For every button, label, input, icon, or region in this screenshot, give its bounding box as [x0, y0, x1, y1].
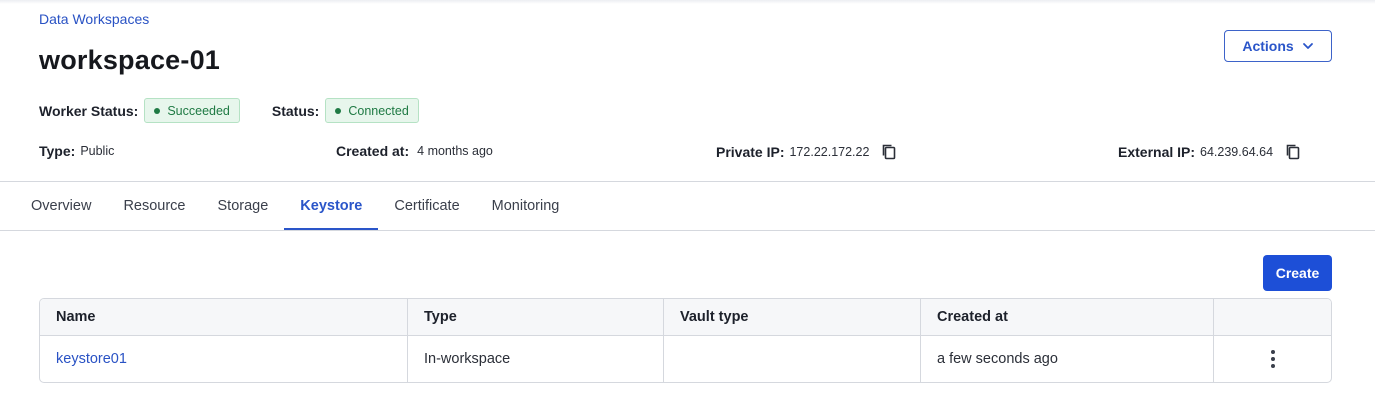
created-label: Created at:: [336, 143, 410, 159]
meta-external-ip: External IP: 64.239.64.64: [1118, 143, 1302, 161]
table-row: keystore01 In-workspace a few seconds ag…: [40, 336, 1331, 382]
status-row: Worker Status: Succeeded Status: Connect…: [39, 98, 419, 123]
private-ip-value: 172.22.172.22: [789, 145, 870, 159]
tab-storage[interactable]: Storage: [202, 182, 285, 230]
table-header: Name Type Vault type Created at: [40, 299, 1331, 336]
type-label: Type:: [39, 143, 76, 159]
column-header-actions: [1214, 299, 1331, 335]
copy-icon[interactable]: [1284, 143, 1302, 161]
worker-status-badge: Succeeded: [144, 98, 240, 123]
tab-resource[interactable]: Resource: [107, 182, 201, 230]
column-header-vault-type: Vault type: [664, 299, 921, 335]
meta-private-ip: Private IP: 172.22.172.22: [716, 143, 898, 161]
breadcrumb-data-workspaces[interactable]: Data Workspaces: [39, 11, 149, 27]
status-dot-icon: [154, 107, 161, 114]
status-dot-icon: [335, 107, 342, 114]
copy-icon[interactable]: [880, 143, 898, 161]
column-header-name: Name: [40, 299, 408, 335]
keystore-name-link[interactable]: keystore01: [56, 351, 127, 367]
cell-type: In-workspace: [408, 336, 664, 382]
private-ip-label: Private IP:: [716, 144, 785, 160]
worker-status: Worker Status: Succeeded: [39, 98, 240, 123]
external-ip-value: 64.239.64.64: [1200, 145, 1274, 159]
cell-name: keystore01: [40, 336, 408, 382]
status-value: Connected: [348, 103, 409, 118]
tab-keystore[interactable]: Keystore: [284, 182, 379, 231]
kebab-dots: [1270, 350, 1275, 368]
column-header-created-at: Created at: [921, 299, 1214, 335]
tab-bar: Overview Resource Storage Keystore Certi…: [15, 182, 576, 231]
column-header-type: Type: [408, 299, 664, 335]
tab-monitoring[interactable]: Monitoring: [476, 182, 576, 230]
keystore-table: Name Type Vault type Created at keystore…: [39, 298, 1332, 383]
type-value: Public: [80, 144, 115, 158]
created-value: 4 months ago: [417, 144, 493, 158]
tab-certificate[interactable]: Certificate: [378, 182, 475, 230]
status-badge: Connected: [325, 98, 419, 123]
cell-row-actions: [1214, 336, 1331, 382]
tabs-divider: [0, 230, 1375, 231]
actions-button-label: Actions: [1242, 38, 1294, 54]
worker-status-value: Succeeded: [167, 103, 230, 118]
actions-button[interactable]: Actions: [1224, 30, 1332, 62]
page-title: workspace-01: [39, 45, 220, 75]
status-label: Status:: [271, 102, 320, 119]
meta-created: Created at: 4 months ago: [336, 143, 493, 159]
worker-status-label: Worker Status:: [39, 102, 139, 119]
connection-status: Status: Connected: [272, 98, 419, 123]
kebab-menu-icon[interactable]: [1263, 349, 1283, 369]
meta-type: Type: Public: [39, 143, 114, 159]
cell-vault-type: [664, 336, 921, 382]
tab-overview[interactable]: Overview: [15, 182, 107, 230]
create-button[interactable]: Create: [1263, 255, 1332, 291]
top-shadow: [0, 0, 1375, 4]
cell-created-at: a few seconds ago: [921, 336, 1214, 382]
chevron-down-icon: [1302, 43, 1313, 49]
external-ip-label: External IP:: [1118, 144, 1196, 160]
